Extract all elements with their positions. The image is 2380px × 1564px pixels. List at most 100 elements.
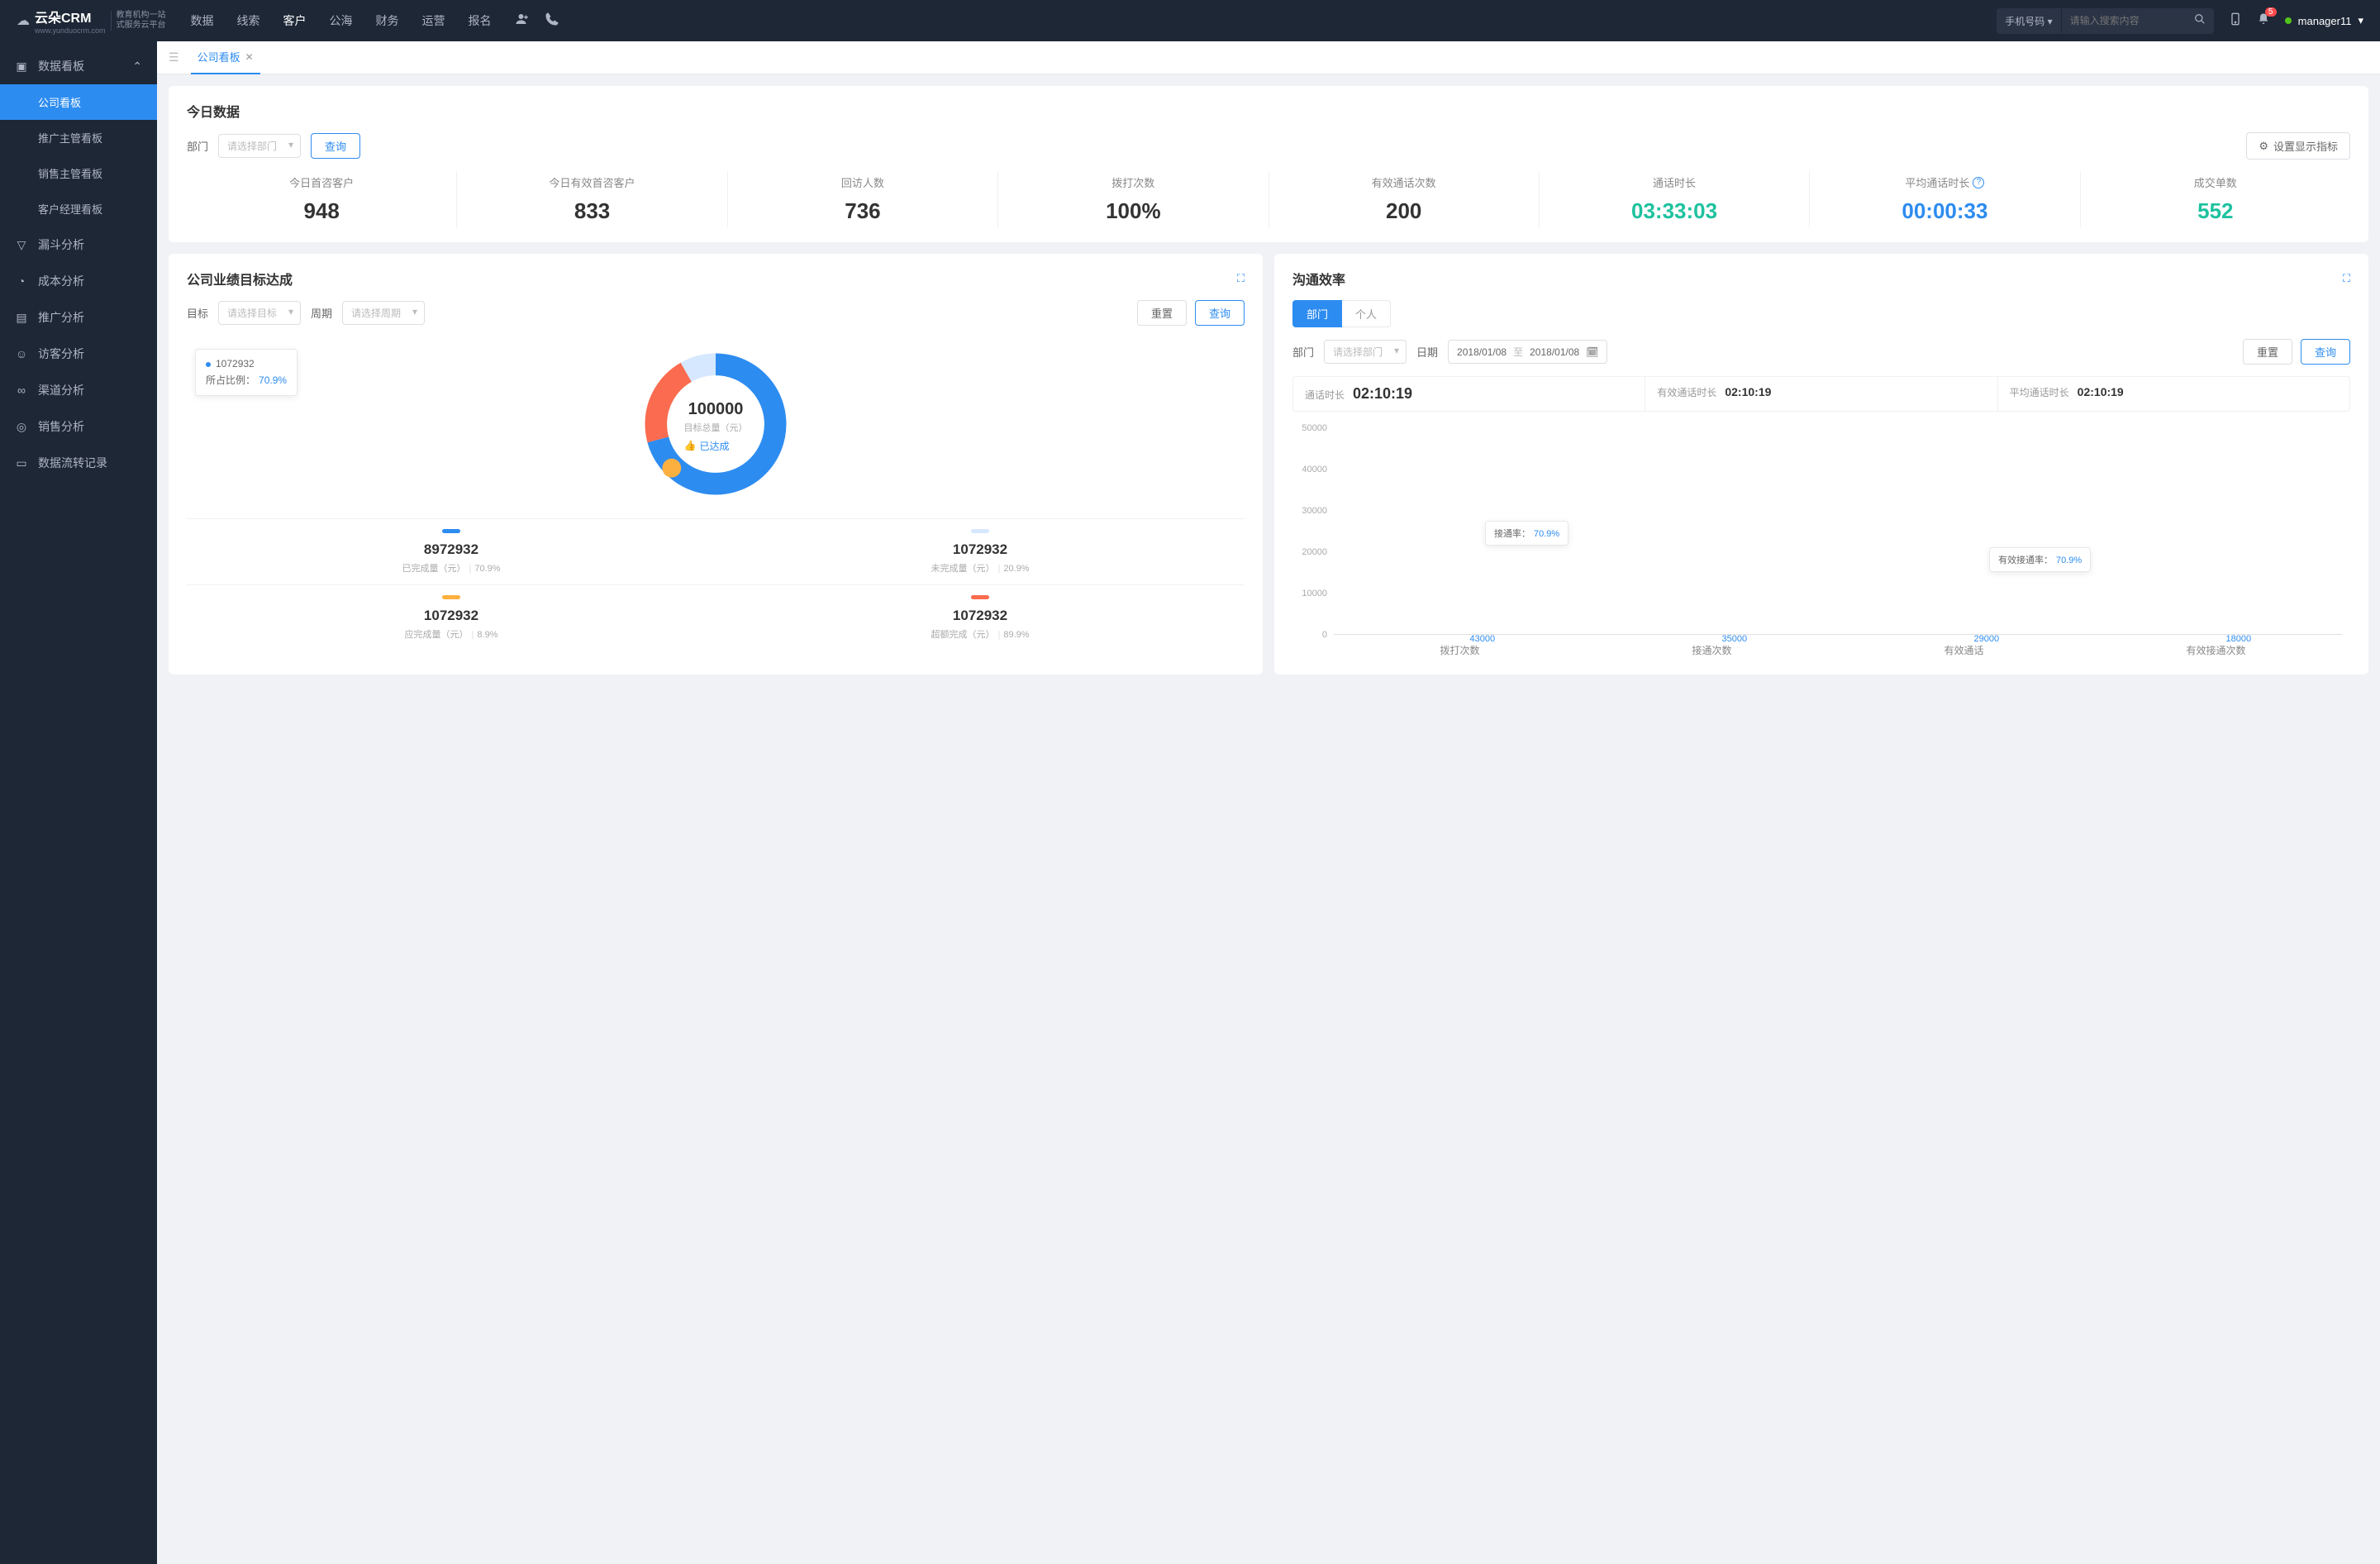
sales-icon: ◎ [15, 420, 28, 434]
period-label: 周期 [311, 305, 332, 321]
search-box: 手机号码 ▾ [1997, 8, 2213, 34]
comm-dept-select[interactable]: 请选择部门 [1324, 340, 1407, 364]
legend-item: 8972932已完成量（元）|70.9% [187, 518, 716, 584]
toggle-person[interactable]: 个人 [1342, 300, 1391, 327]
cost-icon: ◔ [15, 274, 28, 288]
phone-icon[interactable] [545, 12, 559, 31]
duration-item: 通话时长02:10:19 [1293, 377, 1645, 411]
nav-ops[interactable]: 运营 [422, 12, 445, 29]
x-label: 接通次数 [1586, 638, 1838, 660]
search-input[interactable] [2062, 10, 2186, 31]
target-label: 目标 [187, 305, 208, 321]
x-label: 有效接通次数 [2090, 638, 2342, 660]
sidebar-item-promo-mgr[interactable]: 推广主管看板 [0, 120, 157, 155]
cloud-icon: ☁ [17, 12, 30, 29]
nav-signup[interactable]: 报名 [469, 12, 492, 29]
sidebar-item-flow[interactable]: ▭数据流转记录 [0, 445, 157, 481]
donut-center-label: 目标总量（元） [684, 421, 748, 434]
metric: 今日首咨客户948 [187, 171, 457, 227]
chevron-up-icon: ⌃ [132, 60, 142, 74]
sidebar-item-cust-mgr[interactable]: 客户经理看板 [0, 191, 157, 226]
brand-sub: 教育机构一站式服务云平台 [111, 11, 166, 31]
comm-query-button[interactable]: 查询 [2301, 339, 2350, 365]
funnel-icon: ▽ [15, 238, 28, 252]
metric: 今日有效首咨客户833 [457, 171, 727, 227]
nav-finance[interactable]: 财务 [376, 12, 399, 29]
reset-button[interactable]: 重置 [1137, 300, 1187, 326]
legend-item: 1072932超额完成（元）|89.9% [716, 584, 1245, 651]
channel-icon: ∞ [15, 384, 28, 397]
sidebar-item-visitor[interactable]: ☺访客分析 [0, 336, 157, 372]
hamburger-icon[interactable]: ☰ [169, 50, 179, 64]
comm-dept-label: 部门 [1292, 344, 1314, 360]
dept-label: 部门 [187, 138, 208, 154]
sidebar: ▣ 数据看板 ⌃ 公司看板 推广主管看板 销售主管看板 客户经理看板 ▽漏斗分析… [0, 41, 157, 1564]
date-range-input[interactable]: 2018/01/08 至 2018/01/08 🗓 [1448, 340, 1607, 364]
brand-url: www.yunduocrm.com [35, 26, 106, 35]
info-icon[interactable]: ? [1973, 177, 1984, 188]
donut-status: 👍 已达成 [684, 439, 748, 453]
user-name: manager11 [2298, 15, 2352, 27]
visitor-icon: ☺ [15, 347, 28, 360]
sidebar-item-funnel[interactable]: ▽漏斗分析 [0, 226, 157, 263]
x-label: 有效通话 [1838, 638, 2090, 660]
mobile-icon[interactable] [2229, 12, 2242, 30]
today-card: 今日数据 部门 请选择部门 查询 ⚙ 设置显示指标 今日首咨客户948今日有效首… [169, 86, 2368, 242]
status-dot-icon [2285, 17, 2292, 24]
sidebar-item-sales-mgr[interactable]: 销售主管看板 [0, 155, 157, 191]
expand-icon[interactable]: ⛶ [1237, 272, 1245, 285]
promo-icon: ▤ [15, 311, 28, 325]
goal-title: 公司业绩目标达成 [187, 269, 293, 288]
search-button[interactable] [2186, 8, 2214, 34]
bar-chart: 01000020000300004000050000 接通率：70.9% 有效接… [1292, 420, 2350, 660]
period-select[interactable]: 请选择周期 [342, 301, 425, 325]
metric: 通话时长03:33:03 [1540, 171, 1810, 227]
dept-select[interactable]: 请选择部门 [218, 134, 301, 158]
duration-item: 平均通话时长02:10:19 [1998, 377, 2349, 411]
donut-center-value: 100000 [684, 400, 748, 419]
bell-icon[interactable]: 5 [2257, 12, 2270, 30]
chart-tip-1: 接通率：70.9% [1485, 521, 1568, 546]
nav-data[interactable]: 数据 [191, 12, 214, 29]
sidebar-item-promo[interactable]: ▤推广分析 [0, 299, 157, 336]
legend-item: 1072932应完成量（元）|8.9% [187, 584, 716, 651]
brand-name: 云朵CRM [35, 7, 106, 26]
sidebar-item-company[interactable]: 公司看板 [0, 84, 157, 120]
nav-items: 数据 线索 客户 公海 财务 运营 报名 [191, 12, 492, 29]
user-menu[interactable]: manager11 ▾ [2285, 14, 2363, 27]
search-type-select[interactable]: 手机号码 ▾ [1997, 9, 2061, 33]
close-icon[interactable]: ✕ [245, 51, 254, 63]
metric: 成交单数552 [2081, 171, 2350, 227]
dashboard-icon: ▣ [15, 60, 28, 74]
sidebar-item-channel[interactable]: ∞渠道分析 [0, 372, 157, 408]
metric: 回访人数736 [728, 171, 998, 227]
chart-tip-2: 有效接通率：70.9% [1989, 547, 2091, 572]
goal-card: 公司业绩目标达成 ⛶ 目标 请选择目标 周期 请选择周期 重置 查询 [169, 254, 1263, 675]
nav-leads[interactable]: 线索 [237, 12, 260, 29]
flow-icon: ▭ [15, 456, 28, 470]
comm-card: 沟通效率 ⛶ 部门 个人 部门 请选择部门 日期 2018/01/08 至 [1274, 254, 2368, 675]
comm-date-label: 日期 [1416, 344, 1438, 360]
target-select[interactable]: 请选择目标 [218, 301, 301, 325]
query-button[interactable]: 查询 [311, 133, 360, 159]
sidebar-item-sales[interactable]: ◎销售分析 [0, 408, 157, 445]
add-user-icon[interactable] [515, 12, 530, 31]
goal-query-button[interactable]: 查询 [1195, 300, 1245, 326]
comm-reset-button[interactable]: 重置 [2243, 339, 2292, 365]
metric: 拨打次数100% [998, 171, 1269, 227]
chevron-down-icon: ▾ [2358, 14, 2363, 27]
expand-icon-2[interactable]: ⛶ [2343, 272, 2350, 285]
toggle-dept[interactable]: 部门 [1292, 300, 1342, 327]
nav-customers[interactable]: 客户 [283, 12, 307, 29]
duration-item: 有效通话时长02:10:19 [1645, 377, 1997, 411]
x-label: 拨打次数 [1334, 638, 1586, 660]
sidebar-item-cost[interactable]: ◔成本分析 [0, 263, 157, 299]
nav-pool[interactable]: 公海 [330, 12, 353, 29]
legend-item: 1072932未完成量（元）|20.9% [716, 518, 1245, 584]
sidebar-group-dashboard[interactable]: ▣ 数据看板 ⌃ [0, 48, 157, 84]
tab-company-board[interactable]: 公司看板 ✕ [191, 41, 260, 74]
metric: 平均通话时长?00:00:33 [1810, 171, 2080, 227]
top-nav: ☁ 云朵CRM www.yunduocrm.com 教育机构一站式服务云平台 数… [0, 0, 2380, 41]
settings-button[interactable]: ⚙ 设置显示指标 [2246, 132, 2350, 160]
logo: ☁ 云朵CRM www.yunduocrm.com 教育机构一站式服务云平台 [17, 7, 166, 35]
